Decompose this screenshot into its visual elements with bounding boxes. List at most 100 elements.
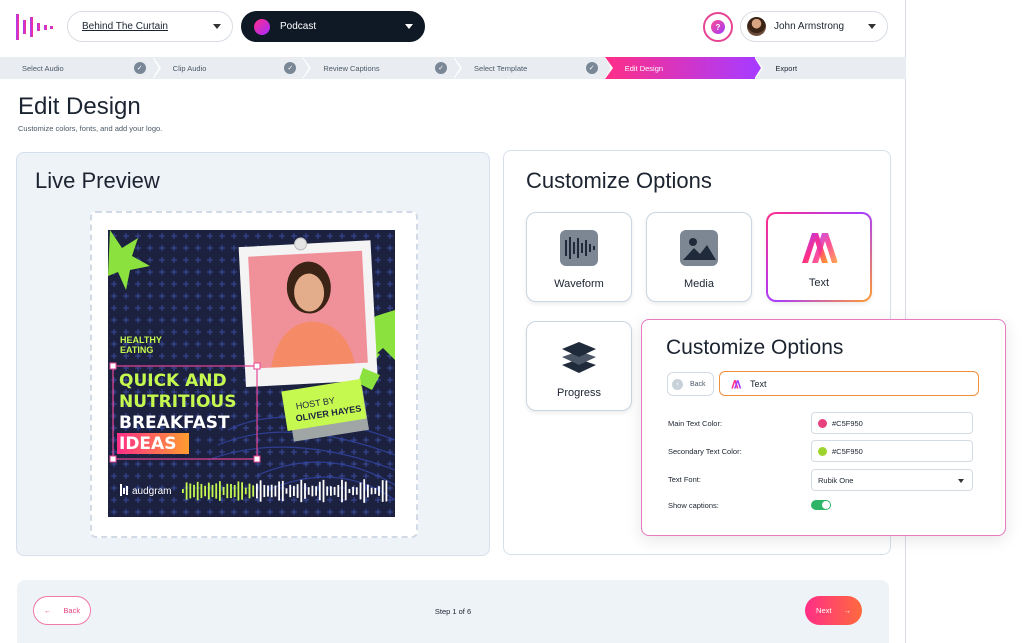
color-swatch [818,446,827,456]
help-button[interactable]: ? [703,12,733,42]
waveform-bar [193,484,195,498]
waveform-bar [182,489,184,493]
headline-line-2: NUTRITIOUS [119,392,236,412]
tag-line-1: HEALTHY [120,335,162,345]
waveform-bar [259,480,262,502]
waveform-bar [222,486,225,496]
waveform-bar [256,483,258,499]
waveform-bar [374,488,377,494]
show-captions-toggle[interactable] [811,500,831,510]
waveform-bar [352,486,354,496]
waveform-bar [241,482,243,500]
headline-line-1: QUICK AND [119,371,227,391]
arrow-left-icon: ‹ [672,378,683,390]
waveform-bar [311,485,314,497]
step-select-audio[interactable]: Select Audio ✓ [0,57,161,79]
waveform-bar [293,486,295,496]
waveform-bar [296,484,299,498]
waveform-bar [285,488,288,494]
waveform-bar [322,479,325,503]
waveform-bar [244,487,247,495]
popup-back-button[interactable]: ‹ Back [667,372,714,396]
waveform-bar [226,483,229,499]
secondary-text-color-label: Secondary Text Color: [668,447,742,456]
headline-line-3: BREAKFAST [119,413,230,433]
option-progress[interactable]: Progress [526,321,632,411]
option-text[interactable]: Text [766,212,872,302]
next-button[interactable]: Next → [805,596,862,625]
waveform-bar [215,483,218,499]
step-indicator: Step 1 of 6 [434,607,472,616]
user-name: John Armstrong [774,21,845,32]
page-subtitle: Customize colors, fonts, and add your lo… [18,124,163,133]
color-swatch [818,418,827,428]
text-font-label: Text Font: [668,475,701,484]
waveform-bar [337,485,340,497]
waveform-bar [367,484,369,498]
selected-option-field[interactable]: Text [719,371,979,396]
live-preview-title: Live Preview [35,168,160,193]
project-select[interactable]: Behind The Curtain [67,11,233,42]
text-font-select[interactable]: Rubik One [811,469,973,491]
step-label: Select Audio [22,63,64,73]
option-media[interactable]: Media [646,212,752,302]
main-text-color-field[interactable]: #C5F950 [811,412,973,434]
popup-back-label: Back [690,380,706,388]
arrow-right-icon: → [843,606,851,615]
popup-title: Customize Options [666,336,844,359]
preview-canvas[interactable]: HOST BY OLIVER HAYES HEALTHY EATING QUIC… [108,230,395,517]
content-type-select[interactable]: Podcast [241,11,425,42]
chevron-down-icon [405,24,413,29]
waveform-bar [333,486,336,496]
waveform-bar [204,485,206,497]
waveform-bar [363,479,366,503]
waveform-bar [381,480,384,502]
waveform-bar [211,484,214,498]
secondary-text-color-value: #C5F950 [832,446,863,456]
waveform-bar [270,484,273,498]
footer-bar: ← Back Step 1 of 6 Next → [17,580,889,643]
waveform-bar [237,481,240,501]
option-label: Text [808,277,830,289]
waveform-bar [344,481,347,501]
step-select-template[interactable]: Select Template ✓ [454,57,613,79]
selected-option-label: Text [750,378,767,389]
waveform-bar [355,487,358,495]
project-name: Behind The Curtain [82,21,168,32]
secondary-text-color-field[interactable]: #C5F950 [811,440,973,462]
waveform-bar [370,487,373,495]
tag-line-2: EATING [120,345,153,355]
step-review-captions[interactable]: Review Captions ✓ [303,57,463,79]
main-text-color-label: Main Text Color: [668,419,723,428]
waveform-bar [274,485,277,497]
waveform-bar [326,486,329,496]
preview-artwork: HOST BY OLIVER HAYES HEALTHY EATING QUIC… [108,230,395,517]
waveform-bar [263,484,266,498]
waveform-bar [233,484,236,498]
step-label: Select Template [474,63,528,73]
step-edit-design[interactable]: Edit Design [604,57,764,79]
waveform-bar [341,479,343,503]
waveform-bar [307,487,310,495]
main-text-color-value: #C5F950 [832,418,863,428]
layers-icon [562,342,596,373]
text-font-value: Rubik One [818,475,854,485]
waveform-bar [315,486,317,496]
waveform-bar [378,486,380,496]
option-label: Media [684,278,714,290]
step-clip-audio[interactable]: Clip Audio ✓ [153,57,312,79]
waveform-bar [200,483,203,499]
step-label: Review Captions [323,63,380,73]
waveform-icon [560,230,598,266]
waveform-bar [185,482,188,500]
user-menu[interactable]: John Armstrong [740,11,888,42]
headline-line-4: IDEAS [119,434,176,454]
option-waveform[interactable]: Waveform [526,212,632,302]
chevron-down-icon [213,24,221,29]
waveform-bar [248,483,251,499]
waveform-bar [300,479,303,503]
next-label: Next [816,606,832,615]
step-export[interactable]: Export [755,57,906,79]
waveform-bar [348,488,351,494]
avatar [747,17,766,36]
